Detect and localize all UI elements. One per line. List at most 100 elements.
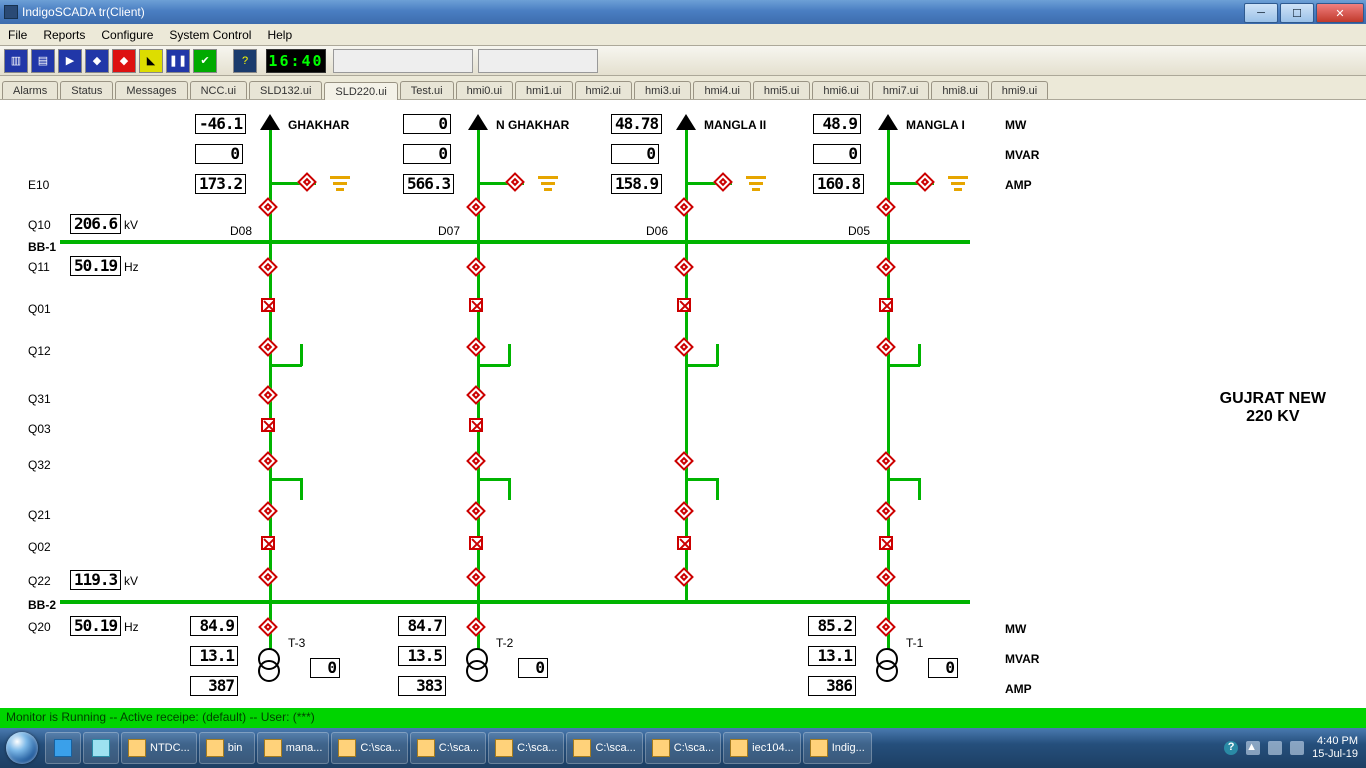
disconnect-icon[interactable] bbox=[674, 567, 694, 587]
taskbar-item-1[interactable]: bin bbox=[199, 732, 255, 764]
close-button[interactable]: ✕ bbox=[1316, 3, 1364, 23]
breaker-icon[interactable] bbox=[677, 298, 691, 312]
toolbar-btn-6[interactable]: ◣ bbox=[139, 49, 163, 73]
toolbar-btn-3[interactable]: ▶ bbox=[58, 49, 82, 73]
tab-alarms[interactable]: Alarms bbox=[2, 81, 58, 99]
disconnect-icon[interactable] bbox=[258, 501, 278, 521]
tab-hmi5-ui[interactable]: hmi5.ui bbox=[753, 81, 810, 99]
tab-hmi9-ui[interactable]: hmi9.ui bbox=[991, 81, 1048, 99]
disconnect-icon[interactable] bbox=[466, 385, 486, 405]
disconnect-icon[interactable] bbox=[505, 172, 525, 192]
menu-bar: File Reports Configure System Control He… bbox=[0, 24, 1366, 46]
disconnect-icon[interactable] bbox=[466, 567, 486, 587]
tab-hmi8-ui[interactable]: hmi8.ui bbox=[931, 81, 988, 99]
tray-icon-vol[interactable] bbox=[1290, 741, 1304, 755]
taskbar-item-2[interactable]: mana... bbox=[257, 732, 330, 764]
tab-hmi3-ui[interactable]: hmi3.ui bbox=[634, 81, 691, 99]
breaker-icon[interactable] bbox=[677, 536, 691, 550]
disconnect-icon[interactable] bbox=[674, 451, 694, 471]
disconnect-icon[interactable] bbox=[674, 257, 694, 277]
menu-system[interactable]: System Control bbox=[161, 28, 259, 42]
taskbar-item-4[interactable]: C:\sca... bbox=[410, 732, 486, 764]
disconnect-icon[interactable] bbox=[297, 172, 317, 192]
menu-file[interactable]: File bbox=[0, 28, 35, 42]
disconnect-icon[interactable] bbox=[466, 337, 486, 357]
minimize-button[interactable]: ─ bbox=[1244, 3, 1278, 23]
taskbar-pin-ie[interactable] bbox=[45, 732, 81, 764]
breaker-icon[interactable] bbox=[469, 536, 483, 550]
taskbar-pin-calc[interactable] bbox=[83, 732, 119, 764]
breaker-icon[interactable] bbox=[469, 298, 483, 312]
disconnect-icon[interactable] bbox=[674, 501, 694, 521]
toolbar-btn-7[interactable]: ❚❚ bbox=[166, 49, 190, 73]
disconnect-icon[interactable] bbox=[876, 617, 896, 637]
start-button[interactable] bbox=[0, 728, 44, 768]
help-tray-icon[interactable]: ? bbox=[1224, 741, 1238, 755]
menu-configure[interactable]: Configure bbox=[93, 28, 161, 42]
disconnect-icon[interactable] bbox=[876, 567, 896, 587]
toolbar-field-2[interactable] bbox=[478, 49, 598, 73]
disconnect-icon[interactable] bbox=[674, 337, 694, 357]
breaker-icon[interactable] bbox=[469, 418, 483, 432]
disconnect-icon[interactable] bbox=[466, 197, 486, 217]
taskbar-item-9[interactable]: Indig... bbox=[803, 732, 872, 764]
toolbar-btn-5[interactable]: ◆ bbox=[112, 49, 136, 73]
disconnect-icon[interactable] bbox=[258, 197, 278, 217]
disconnect-icon[interactable] bbox=[876, 501, 896, 521]
taskbar-item-8[interactable]: iec104... bbox=[723, 732, 801, 764]
taskbar-item-3[interactable]: C:\sca... bbox=[331, 732, 407, 764]
tab-test-ui[interactable]: Test.ui bbox=[400, 81, 454, 99]
disconnect-icon[interactable] bbox=[876, 451, 896, 471]
disconnect-icon[interactable] bbox=[466, 451, 486, 471]
disconnect-icon[interactable] bbox=[258, 257, 278, 277]
menu-help[interactable]: Help bbox=[259, 28, 300, 42]
tab-ncc-ui[interactable]: NCC.ui bbox=[190, 81, 247, 99]
toolbar-btn-8[interactable]: ✔ bbox=[193, 49, 217, 73]
disconnect-icon[interactable] bbox=[876, 337, 896, 357]
toolbar-btn-4[interactable]: ◆ bbox=[85, 49, 109, 73]
taskbar-item-0[interactable]: NTDC... bbox=[121, 732, 197, 764]
disconnect-icon[interactable] bbox=[258, 385, 278, 405]
tab-messages[interactable]: Messages bbox=[115, 81, 187, 99]
disconnect-icon[interactable] bbox=[258, 451, 278, 471]
tray-icon-net[interactable] bbox=[1268, 741, 1282, 755]
tab-hmi4-ui[interactable]: hmi4.ui bbox=[693, 81, 750, 99]
disconnect-icon[interactable] bbox=[466, 617, 486, 637]
disconnect-icon[interactable] bbox=[258, 337, 278, 357]
breaker-icon[interactable] bbox=[261, 418, 275, 432]
toolbar-btn-9[interactable]: ? bbox=[233, 49, 257, 73]
breaker-icon[interactable] bbox=[261, 298, 275, 312]
disconnect-icon[interactable] bbox=[258, 567, 278, 587]
toolbar-btn-2[interactable]: ▤ bbox=[31, 49, 55, 73]
tab-status[interactable]: Status bbox=[60, 81, 113, 99]
disconnect-icon[interactable] bbox=[876, 197, 896, 217]
tab-sld132-ui[interactable]: SLD132.ui bbox=[249, 81, 322, 99]
disconnect-icon[interactable] bbox=[876, 257, 896, 277]
tab-hmi7-ui[interactable]: hmi7.ui bbox=[872, 81, 929, 99]
taskbar-item-label: C:\sca... bbox=[439, 742, 479, 754]
tab-hmi0-ui[interactable]: hmi0.ui bbox=[456, 81, 513, 99]
maximize-button[interactable]: ☐ bbox=[1280, 3, 1314, 23]
disconnect-icon[interactable] bbox=[466, 501, 486, 521]
toolbar-field-1[interactable] bbox=[333, 49, 473, 73]
breaker-icon[interactable] bbox=[879, 536, 893, 550]
feeder-2-mw: 48.78 bbox=[611, 114, 662, 134]
taskbar-item-6[interactable]: C:\sca... bbox=[566, 732, 642, 764]
taskbar-item-7[interactable]: C:\sca... bbox=[645, 732, 721, 764]
disconnect-icon[interactable] bbox=[713, 172, 733, 192]
breaker-icon[interactable] bbox=[261, 536, 275, 550]
tray-icon-1[interactable]: ▲ bbox=[1246, 741, 1260, 755]
disconnect-icon[interactable] bbox=[915, 172, 935, 192]
tab-hmi2-ui[interactable]: hmi2.ui bbox=[575, 81, 632, 99]
tab-hmi6-ui[interactable]: hmi6.ui bbox=[812, 81, 869, 99]
tab-hmi1-ui[interactable]: hmi1.ui bbox=[515, 81, 572, 99]
taskbar-clock[interactable]: 4:40 PM 15-Jul-19 bbox=[1312, 735, 1358, 761]
menu-reports[interactable]: Reports bbox=[35, 28, 93, 42]
tab-sld220-ui[interactable]: SLD220.ui bbox=[324, 82, 397, 100]
taskbar-item-5[interactable]: C:\sca... bbox=[488, 732, 564, 764]
disconnect-icon[interactable] bbox=[258, 617, 278, 637]
toolbar-btn-1[interactable]: ▥ bbox=[4, 49, 28, 73]
breaker-icon[interactable] bbox=[879, 298, 893, 312]
disconnect-icon[interactable] bbox=[674, 197, 694, 217]
disconnect-icon[interactable] bbox=[466, 257, 486, 277]
